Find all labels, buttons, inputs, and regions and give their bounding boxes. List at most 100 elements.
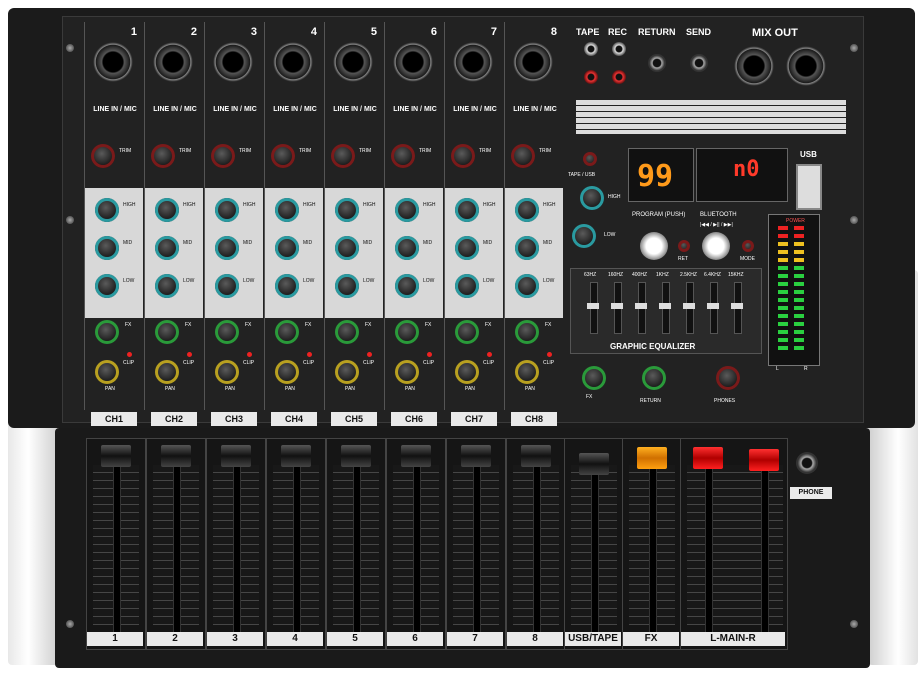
mid-eq-knob[interactable] [215,236,239,260]
bluetooth-knob[interactable] [702,232,730,260]
rec-rca-r[interactable] [612,70,626,84]
mid-eq-knob[interactable] [455,236,479,260]
pan-knob[interactable] [155,360,179,384]
usb-port[interactable] [796,164,822,210]
fader-cap[interactable] [461,445,491,467]
combo-input-jack[interactable] [513,42,553,82]
fader-cap[interactable] [341,445,371,467]
eq-fader-cap[interactable] [659,303,671,309]
low-eq-knob[interactable] [395,274,419,298]
eq-band-fader[interactable] [707,282,719,334]
channel-select-button[interactable]: CH5 [331,412,377,426]
high-eq-knob[interactable] [215,198,239,222]
fx-send-knob[interactable] [455,320,479,344]
send-jack[interactable] [690,54,708,72]
channel-select-button[interactable]: CH1 [91,412,137,426]
channel-select-button[interactable]: CH4 [271,412,317,426]
eq-band-fader[interactable] [587,282,599,334]
combo-input-jack[interactable] [93,42,133,82]
channel-select-button[interactable]: CH3 [211,412,257,426]
pan-knob[interactable] [335,360,359,384]
pan-knob[interactable] [395,360,419,384]
pan-knob[interactable] [275,360,299,384]
pan-knob[interactable] [455,360,479,384]
trim-knob[interactable] [391,144,415,168]
eq-band-fader[interactable] [731,282,743,334]
combo-input-jack[interactable] [453,42,493,82]
tape-low-knob[interactable] [572,224,596,248]
fader-cap[interactable] [281,445,311,467]
low-eq-knob[interactable] [335,274,359,298]
trim-knob[interactable] [91,144,115,168]
channel-select-button[interactable]: CH2 [151,412,197,426]
fx-send-knob[interactable] [95,320,119,344]
return-knob[interactable] [642,366,666,390]
main-l-fader-cap[interactable] [693,447,723,469]
fx-send-knob[interactable] [215,320,239,344]
eq-fader-cap[interactable] [683,303,695,309]
high-eq-knob[interactable] [395,198,419,222]
main-r-fader-cap[interactable] [749,449,779,471]
eq-band-fader[interactable] [635,282,647,334]
channel-select-button[interactable]: CH8 [511,412,557,426]
mid-eq-knob[interactable] [275,236,299,260]
trim-knob[interactable] [451,144,475,168]
trim-knob[interactable] [331,144,355,168]
high-eq-knob[interactable] [95,198,119,222]
mid-eq-knob[interactable] [95,236,119,260]
fx-send-knob[interactable] [335,320,359,344]
fader-cap[interactable] [161,445,191,467]
low-eq-knob[interactable] [275,274,299,298]
phone-jack[interactable] [796,452,818,474]
mid-eq-knob[interactable] [515,236,539,260]
tape-rca-r[interactable] [584,70,598,84]
combo-input-jack[interactable] [213,42,253,82]
combo-input-jack[interactable] [393,42,433,82]
eq-fader-cap[interactable] [731,303,743,309]
return-jack[interactable] [648,54,666,72]
eq-fader-cap[interactable] [707,303,719,309]
fader-cap[interactable] [401,445,431,467]
low-eq-knob[interactable] [455,274,479,298]
low-eq-knob[interactable] [95,274,119,298]
mode-button[interactable] [742,240,754,252]
high-eq-knob[interactable] [275,198,299,222]
trim-knob[interactable] [151,144,175,168]
phones-knob[interactable] [716,366,740,390]
low-eq-knob[interactable] [515,274,539,298]
low-eq-knob[interactable] [155,274,179,298]
mix-out-r-xlr[interactable] [786,46,826,86]
fader-cap[interactable] [579,453,609,475]
pan-knob[interactable] [215,360,239,384]
eq-band-fader[interactable] [611,282,623,334]
channel-select-button[interactable]: CH6 [391,412,437,426]
trim-knob[interactable] [211,144,235,168]
mid-eq-knob[interactable] [335,236,359,260]
fx-send-knob[interactable] [155,320,179,344]
tape-rca-l[interactable] [584,42,598,56]
fx-master-knob[interactable] [582,366,606,390]
high-eq-knob[interactable] [155,198,179,222]
combo-input-jack[interactable] [273,42,313,82]
mid-eq-knob[interactable] [155,236,179,260]
trim-knob[interactable] [511,144,535,168]
eq-fader-cap[interactable] [635,303,647,309]
trim-knob[interactable] [271,144,295,168]
pan-knob[interactable] [515,360,539,384]
fader-cap[interactable] [637,447,667,469]
fx-send-knob[interactable] [395,320,419,344]
tape-usb-button[interactable] [583,152,597,166]
high-eq-knob[interactable] [515,198,539,222]
ret-button[interactable] [678,240,690,252]
mix-out-l-xlr[interactable] [734,46,774,86]
fader-cap[interactable] [521,445,551,467]
pan-knob[interactable] [95,360,119,384]
low-eq-knob[interactable] [215,274,239,298]
fader-cap[interactable] [101,445,131,467]
eq-band-fader[interactable] [659,282,671,334]
high-eq-knob[interactable] [455,198,479,222]
fx-send-knob[interactable] [275,320,299,344]
eq-band-fader[interactable] [683,282,695,334]
eq-fader-cap[interactable] [611,303,623,309]
combo-input-jack[interactable] [153,42,193,82]
